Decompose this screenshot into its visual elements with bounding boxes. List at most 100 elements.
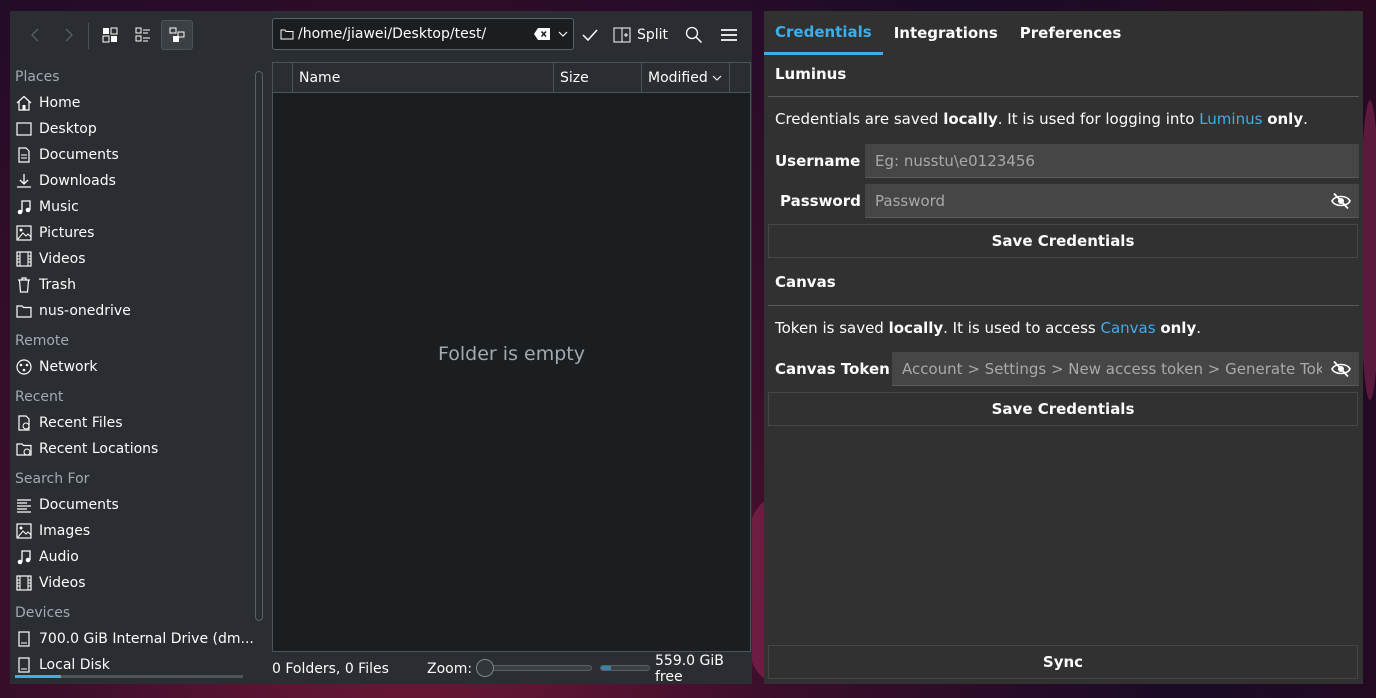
canvas-save-credentials-button[interactable]: Save Credentials xyxy=(768,392,1358,426)
toolbar-separator xyxy=(88,23,89,49)
split-button[interactable]: Split xyxy=(613,20,668,50)
tab-integrations[interactable]: Integrations xyxy=(883,11,1009,55)
username-input[interactable] xyxy=(873,150,1359,171)
trash-icon xyxy=(15,276,33,294)
recent-locations-icon xyxy=(15,440,33,458)
details-view-icon xyxy=(169,27,185,42)
sidebar-item-label: Documents xyxy=(39,147,119,163)
sidebar-item-recent-locations[interactable]: Recent Locations xyxy=(15,437,158,461)
password-field[interactable] xyxy=(865,184,1359,218)
sidebar-item-downloads[interactable]: Downloads xyxy=(15,169,116,193)
free-space-bar xyxy=(600,665,650,671)
sidebar-item-desktop[interactable]: Desktop xyxy=(15,117,97,141)
forward-button[interactable] xyxy=(52,20,84,50)
sidebar-item-documents[interactable]: Documents xyxy=(15,143,119,167)
username-label: Username xyxy=(775,152,861,170)
sidebar-item-label: Recent Files xyxy=(39,415,123,431)
column-header-row: Name Size Modified xyxy=(273,63,750,93)
file-view[interactable]: Name Size Modified Folder is empty xyxy=(272,62,751,652)
file-manager-window: /home/jiawei/Desktop/test/ Split Places H… xyxy=(10,11,752,684)
toolbar: /home/jiawei/Desktop/test/ Split xyxy=(10,11,752,59)
tab-credentials[interactable]: Credentials xyxy=(764,11,883,55)
sidebar-item-recent-files[interactable]: Recent Files xyxy=(15,411,123,435)
free-space-label: 559.0 GiB free xyxy=(655,653,724,684)
sidebar-item-local-disk[interactable]: Local Disk xyxy=(15,653,110,677)
username-field[interactable] xyxy=(865,144,1359,178)
sidebar-item-trash[interactable]: Trash xyxy=(15,273,76,297)
sidebar-item-images[interactable]: Images xyxy=(15,519,90,543)
search-button[interactable] xyxy=(678,20,710,50)
sidebar-item-label: Images xyxy=(39,523,91,539)
pictures-icon xyxy=(15,224,33,242)
places-panel: Places Home Desktop Documents Downloads Music… xyxy=(10,61,256,683)
details-view-button[interactable] xyxy=(161,20,193,50)
sidebar-item-label: Network xyxy=(39,359,98,375)
luminus-link[interactable]: Luminus xyxy=(1199,110,1262,128)
sidebar-item-audio[interactable]: Audio xyxy=(15,545,79,569)
folder-icon xyxy=(15,302,33,320)
sidebar-item-700-0-gib-internal-drive-dm[interactable]: 700.0 GiB Internal Drive (dm... xyxy=(15,627,254,651)
canvas-note: Token is saved locally. It is used to ac… xyxy=(775,319,1202,337)
sidebar-item-videos[interactable]: Videos xyxy=(15,247,86,271)
sidebar-item-label: nus-onedrive xyxy=(39,303,131,319)
places-section-search-for: Search For xyxy=(15,471,90,487)
places-scrollbar[interactable] xyxy=(255,71,263,621)
back-button[interactable] xyxy=(20,20,52,50)
luminus-save-credentials-button[interactable]: Save Credentials xyxy=(768,224,1358,258)
zoom-slider-handle[interactable] xyxy=(476,659,494,677)
sidebar-item-nus-onedrive[interactable]: nus-onedrive xyxy=(15,299,131,323)
password-input[interactable] xyxy=(873,190,1359,211)
zoom-slider[interactable] xyxy=(482,665,592,671)
credentials-app-window: Credentials Integrations Preferences Lum… xyxy=(764,11,1363,684)
sidebar-item-label: Desktop xyxy=(39,121,97,137)
sidebar-item-home[interactable]: Home xyxy=(15,91,80,115)
tab-bar: Credentials Integrations Preferences xyxy=(764,11,1363,55)
location-path[interactable]: /home/jiawei/Desktop/test/ xyxy=(298,26,533,42)
places-section-remote: Remote xyxy=(15,333,70,349)
column-header-modified[interactable]: Modified xyxy=(642,63,730,92)
sidebar-item-pictures[interactable]: Pictures xyxy=(15,221,94,245)
music-icon xyxy=(15,198,33,216)
checkmark-icon xyxy=(582,29,598,42)
hide-token-icon[interactable] xyxy=(1331,360,1351,378)
sidebar-item-label: Videos xyxy=(39,251,86,267)
hamburger-menu-icon xyxy=(721,29,737,41)
chevron-down-icon[interactable] xyxy=(557,28,569,40)
confirm-location-button[interactable] xyxy=(574,20,606,50)
sidebar-item-music[interactable]: Music xyxy=(15,195,79,219)
divider xyxy=(768,305,1359,306)
documents-search-icon xyxy=(15,496,33,514)
menu-button[interactable] xyxy=(713,20,745,50)
sidebar-item-label: Pictures xyxy=(39,225,95,241)
tab-preferences[interactable]: Preferences xyxy=(1009,11,1133,55)
hide-password-icon[interactable] xyxy=(1331,192,1351,210)
column-header-size[interactable]: Size xyxy=(554,63,642,92)
sidebar-item-videos[interactable]: Videos xyxy=(15,571,86,595)
clear-location-icon[interactable] xyxy=(533,27,551,41)
canvas-link[interactable]: Canvas xyxy=(1100,319,1155,337)
canvas-token-field[interactable] xyxy=(892,352,1359,386)
canvas-section-title: Canvas xyxy=(775,273,836,291)
location-bar[interactable]: /home/jiawei/Desktop/test/ xyxy=(272,18,574,50)
sidebar-item-label: Local Disk xyxy=(39,657,110,673)
images-icon xyxy=(15,522,33,540)
sidebar-item-label: Videos xyxy=(39,575,86,591)
desktop-icon xyxy=(15,120,33,138)
sync-button[interactable]: Sync xyxy=(768,645,1358,679)
network-icon xyxy=(15,358,33,376)
canvas-token-input[interactable] xyxy=(900,358,1324,379)
split-view-icon xyxy=(613,27,631,43)
sidebar-item-documents[interactable]: Documents xyxy=(15,493,119,517)
places-section-places: Places xyxy=(15,69,60,85)
sidebar-item-network[interactable]: Network xyxy=(15,355,97,379)
column-header-name[interactable]: Name xyxy=(293,63,554,92)
places-section-recent: Recent xyxy=(15,389,64,405)
empty-folder-message: Folder is empty xyxy=(438,343,585,365)
item-counts: 0 Folders, 0 Files xyxy=(272,661,389,677)
icons-view-icon xyxy=(102,27,118,43)
sidebar-item-label: Music xyxy=(39,199,79,215)
downloads-icon xyxy=(15,172,33,190)
divider xyxy=(768,96,1359,97)
compact-view-button[interactable] xyxy=(127,20,159,50)
icons-view-button[interactable] xyxy=(94,20,126,50)
